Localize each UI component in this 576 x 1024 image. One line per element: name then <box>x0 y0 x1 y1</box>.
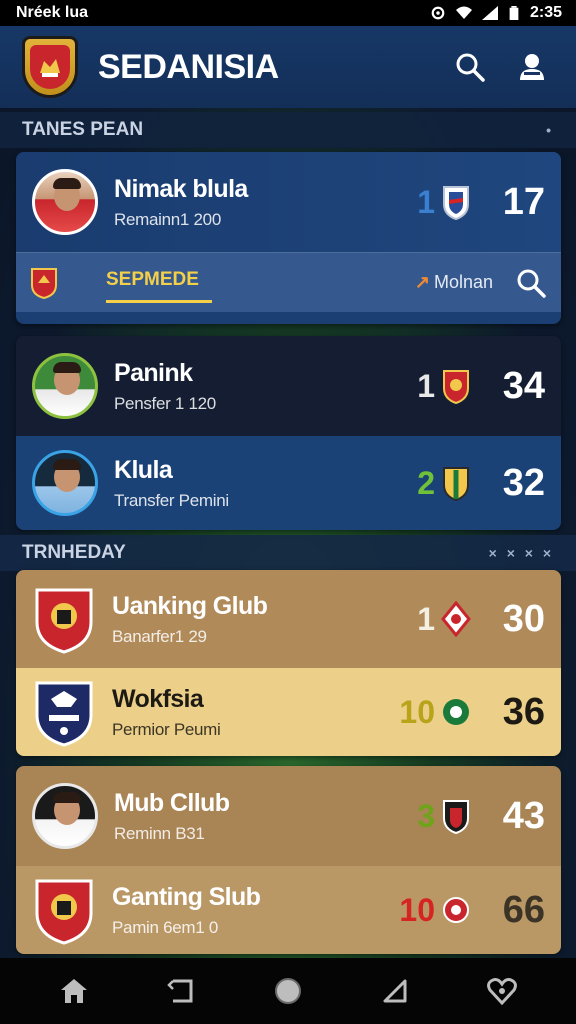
club-name: Ganting Slub <box>112 882 261 911</box>
list-item[interactable]: Nimak blula Remainn1 200 1 17 <box>16 152 561 252</box>
avatar <box>32 169 98 235</box>
club-subtitle: Pamin 6em1 0 <box>112 917 219 937</box>
score: 36 <box>502 690 545 733</box>
list-item[interactable]: Mub Cllub Reminn B31 3 43 <box>16 766 561 866</box>
rank-number: 10 <box>399 693 435 730</box>
club-crest <box>32 677 96 747</box>
avatar <box>32 450 98 516</box>
player-subtitle: Remainn1 200 <box>114 209 221 229</box>
score: 32 <box>502 461 545 504</box>
nav-home[interactable] <box>52 969 96 1013</box>
clock: 2:35 <box>529 4 562 21</box>
club-badge-icon <box>443 467 469 501</box>
rank-number: 1 <box>417 183 435 220</box>
player-name: Klula <box>114 455 173 484</box>
club-badge-icon <box>443 897 469 923</box>
player-name: Panink <box>114 358 193 387</box>
signal-icon <box>481 6 498 20</box>
spark-icon: ↗ <box>414 272 430 292</box>
nav-recent-apps[interactable] <box>373 969 417 1013</box>
tab-selected[interactable]: SEPMEDE <box>106 269 212 303</box>
score: 17 <box>502 180 545 223</box>
list-item[interactable]: Wokfsia Permior Peumi 10 36 <box>16 668 561 756</box>
player-subtitle: Pensfer 1 120 <box>114 393 216 413</box>
score: 34 <box>502 364 545 407</box>
profile-button[interactable] <box>510 45 554 89</box>
club-list-card: Mub Cllub Reminn B31 3 43 Ganting Slub P… <box>16 766 561 954</box>
recent-apps-icon <box>383 979 407 1003</box>
list-item[interactable]: Ganting Slub Pamin 6em1 0 10 66 <box>16 866 561 954</box>
circle-home-icon <box>274 978 301 1004</box>
filter-button[interactable]: ↗ Molnan <box>415 272 493 293</box>
shield-icon <box>35 681 93 747</box>
user-icon <box>520 54 544 80</box>
nav-back[interactable] <box>159 969 203 1013</box>
club-crest <box>32 584 96 654</box>
rank-number: 10 <box>399 891 435 928</box>
club-name: Wokfsia <box>112 684 204 713</box>
section-header-top: TANES PEAN • <box>0 112 576 148</box>
search-button[interactable] <box>448 45 492 89</box>
app-title: SEDANISIA <box>98 47 279 86</box>
player-list-card: Panink Pensfer 1 120 1 34 Klula Transfer… <box>16 336 561 530</box>
shield-icon <box>35 588 93 654</box>
app-header: SEDANISIA <box>0 26 576 108</box>
club-list-card: Uanking Glub Banarfer1 29 1 30 Wokfsia P… <box>16 570 561 756</box>
bottom-navigation <box>0 958 576 1024</box>
club-subtitle: Permior Peumi <box>112 719 221 739</box>
club-name: Uanking Glub <box>112 591 268 620</box>
home-icon <box>60 979 87 1003</box>
rank-number: 1 <box>417 600 435 637</box>
wifi-icon <box>455 6 472 19</box>
rank-number: 3 <box>417 797 435 834</box>
club-badge-icon <box>443 800 469 834</box>
club-subtitle: Reminn B31 <box>114 823 205 843</box>
club-badge-icon <box>31 267 57 299</box>
battery-icon <box>509 6 519 20</box>
list-item[interactable]: Klula Transfer Pemini 2 32 <box>16 436 561 530</box>
card-toolbar: SEPMEDE ↗ Molnan <box>16 252 561 312</box>
nav-circle-home[interactable] <box>266 969 310 1013</box>
sync-icon <box>431 6 445 20</box>
rank-number: 2 <box>417 464 435 501</box>
club-badge-icon <box>443 370 469 404</box>
nav-favorites[interactable] <box>480 969 524 1013</box>
player-name: Nimak blula <box>114 174 248 203</box>
status-icons: 2:35 <box>430 4 562 22</box>
avatar <box>32 783 98 849</box>
club-badge-icon <box>443 699 469 725</box>
crest-shield-icon <box>30 45 70 89</box>
list-item[interactable]: Uanking Glub Banarfer1 29 1 30 <box>16 570 561 668</box>
score: 43 <box>502 794 545 837</box>
section-indicator: • <box>546 122 554 138</box>
shield-icon <box>35 879 93 945</box>
club-crest-logo[interactable] <box>22 36 78 98</box>
status-bar: Nréek lua 2:35 <box>0 0 576 26</box>
favorites-icon <box>487 978 518 1005</box>
section-header-mid: TRNHEDAY × × × × <box>0 535 576 571</box>
back-icon <box>167 979 193 1003</box>
section-title: TRNHEDAY <box>22 542 126 563</box>
club-crest <box>32 875 96 945</box>
filter-label: Molnan <box>433 272 493 292</box>
section-controls[interactable]: × × × × <box>489 545 554 561</box>
club-badge-icon <box>443 186 469 220</box>
list-item[interactable]: Panink Pensfer 1 120 1 34 <box>16 336 561 436</box>
carrier-label: Nréek lua <box>16 4 89 21</box>
club-name: Mub Cllub <box>114 788 230 817</box>
search-icon <box>456 53 485 82</box>
featured-player-card[interactable]: Nimak blula Remainn1 200 1 17 SEPMEDE ↗ … <box>16 152 561 324</box>
club-subtitle: Banarfer1 29 <box>112 626 207 646</box>
avatar <box>32 353 98 419</box>
score: 30 <box>502 597 545 640</box>
club-badge-icon <box>441 601 471 637</box>
section-title: TANES PEAN <box>22 119 144 140</box>
rank-number: 1 <box>417 367 435 404</box>
search-icon[interactable] <box>515 267 547 299</box>
player-subtitle: Transfer Pemini <box>114 490 229 510</box>
score: 66 <box>502 888 545 931</box>
